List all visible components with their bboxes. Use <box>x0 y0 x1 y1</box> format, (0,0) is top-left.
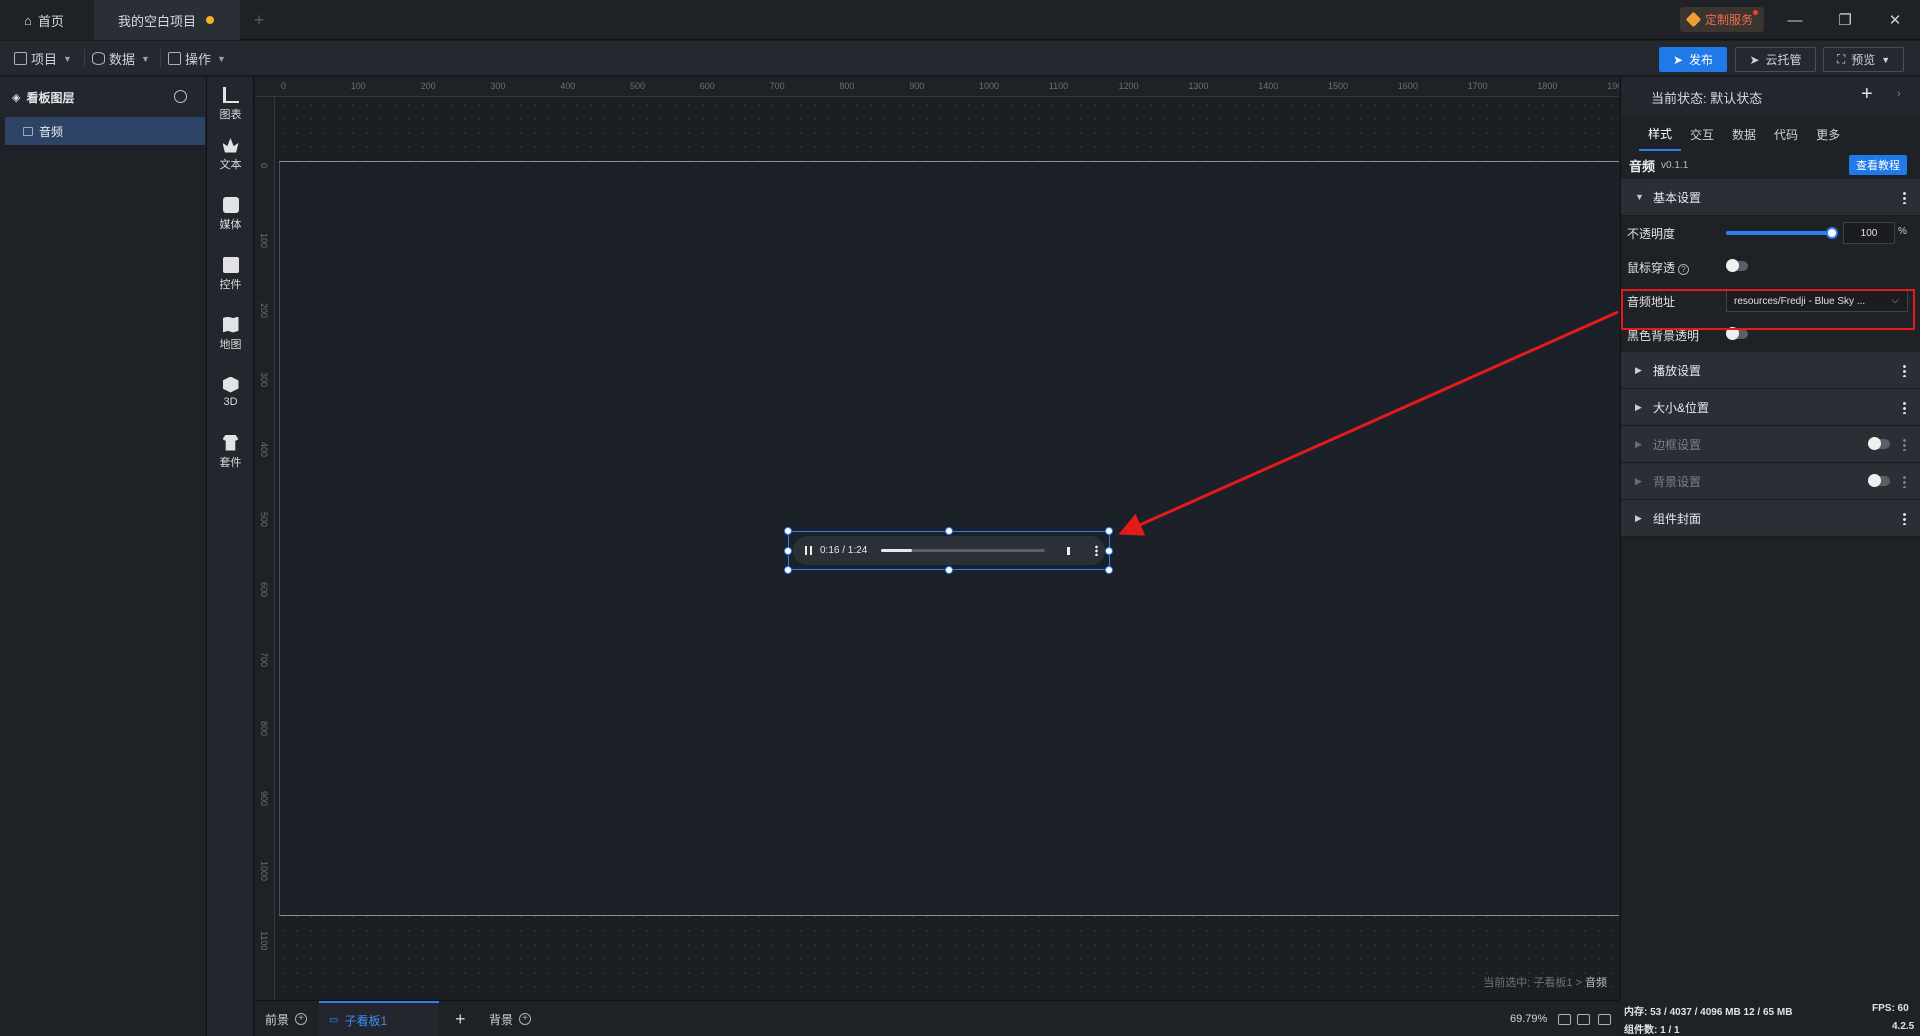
black-transparent-toggle[interactable] <box>1726 327 1748 340</box>
status-bar: 内存: 53 / 4037 / 4096 MB 12 / 65 MB FPS: … <box>1620 1000 1920 1036</box>
add-circle-icon[interactable]: + <box>295 1013 308 1025</box>
add-board-button[interactable]: + <box>455 1001 466 1036</box>
section-play-settings[interactable]: ▶ 播放设置 <box>1621 352 1920 389</box>
section-component-cover[interactable]: ▶ 组件封面 <box>1621 500 1920 537</box>
caret-right-icon: ▶ <box>1635 438 1642 449</box>
more-vertical-icon[interactable] <box>1903 401 1906 414</box>
mouse-through-label: 鼠标穿透? <box>1627 259 1727 276</box>
more-vertical-icon[interactable] <box>1903 364 1906 377</box>
keyboard-icon[interactable] <box>1577 1014 1590 1025</box>
monitor-icon: ▭ <box>329 1014 339 1026</box>
tab-background[interactable]: 背景 + <box>489 1001 532 1036</box>
prop-opacity: 不透明度 100 % <box>1621 216 1920 250</box>
section-label: 大小&位置 <box>1653 400 1710 415</box>
opacity-slider-fill <box>1726 231 1836 235</box>
opacity-slider-knob[interactable] <box>1826 227 1838 239</box>
component-title: 音频 v0.1.1 查看教程 <box>1621 151 1920 179</box>
tab-interaction[interactable]: 交互 <box>1681 117 1723 151</box>
more-vertical-icon[interactable] <box>1903 512 1906 525</box>
section-size-position[interactable]: ▶ 大小&位置 <box>1621 389 1920 426</box>
chevron-right-icon[interactable]: › <box>1897 88 1901 100</box>
more-vertical-icon[interactable] <box>1903 191 1906 204</box>
add-circle-icon[interactable]: + <box>519 1013 532 1025</box>
tab-background-label: 背景 <box>489 1012 514 1027</box>
section-label: 播放设置 <box>1653 363 1702 378</box>
section-label: 组件封面 <box>1653 511 1702 526</box>
section-label: 背景设置 <box>1653 474 1702 489</box>
tab-code[interactable]: 代码 <box>1765 117 1807 151</box>
fit-screen-icon[interactable] <box>1558 1014 1571 1025</box>
annotation-highlight-box <box>1621 289 1915 330</box>
more-vertical-icon[interactable] <box>1903 438 1906 451</box>
border-toggle[interactable] <box>1868 437 1890 450</box>
terminal-icon[interactable] <box>1598 1014 1611 1025</box>
caret-down-icon: ▼ <box>1635 192 1644 202</box>
tab-data[interactable]: 数据 <box>1723 117 1765 151</box>
section-label: 边框设置 <box>1653 437 1702 452</box>
opacity-unit: % <box>1898 226 1907 237</box>
opacity-slider[interactable] <box>1726 227 1838 239</box>
current-state[interactable]: 当前状态: 默认状态 <box>1651 88 1762 107</box>
section-basic-settings[interactable]: ▼ 基本设置 <box>1621 179 1920 216</box>
property-panel: 当前状态: 默认状态 + › 样式 交互 数据 代码 更多 音频 v0.1.1 … <box>1620 77 1920 1000</box>
component-count: 组件数: 1 / 1 <box>1624 1025 1680 1036</box>
add-state-button[interactable]: + <box>1861 83 1873 106</box>
caret-right-icon: ▶ <box>1635 512 1642 523</box>
tab-more[interactable]: 更多 <box>1807 117 1849 151</box>
fps-status: FPS: 60 <box>1872 1003 1909 1014</box>
zoom-level[interactable]: 69.79% <box>1510 1001 1547 1036</box>
section-label: 基本设置 <box>1653 190 1702 205</box>
component-name: 音频 <box>1629 158 1656 174</box>
section-background-settings[interactable]: ▶ 背景设置 <box>1621 463 1920 500</box>
component-version: v0.1.1 <box>1661 159 1689 171</box>
background-toggle[interactable] <box>1868 474 1890 487</box>
opacity-input[interactable]: 100 <box>1843 222 1895 244</box>
tab-style[interactable]: 样式 <box>1639 117 1682 151</box>
tab-foreground[interactable]: 前景 + <box>265 1001 308 1036</box>
section-border-settings[interactable]: ▶ 边框设置 <box>1621 426 1920 463</box>
mouse-through-toggle[interactable] <box>1726 259 1748 272</box>
opacity-label: 不透明度 <box>1627 226 1676 241</box>
bottom-bar: 前景 + ▭ 子看板1 + 背景 + 69.79% <box>255 1000 1619 1036</box>
memory-status: 内存: 53 / 4037 / 4096 MB 12 / 65 MB <box>1624 1007 1793 1018</box>
tab-sub-board[interactable]: ▭ 子看板1 <box>319 1001 439 1036</box>
view-tutorial-button[interactable]: 查看教程 <box>1849 155 1907 175</box>
tab-sub-board-label: 子看板1 <box>344 1013 388 1028</box>
tab-foreground-label: 前景 <box>265 1012 290 1027</box>
caret-right-icon: ▶ <box>1635 401 1642 412</box>
caret-right-icon: ▶ <box>1635 364 1642 375</box>
mouse-through-text: 鼠标穿透 <box>1627 260 1676 275</box>
caret-right-icon: ▶ <box>1635 475 1642 486</box>
prop-mouse-through: 鼠标穿透? <box>1621 250 1920 284</box>
help-icon[interactable]: ? <box>1678 263 1690 275</box>
property-tabs: 样式 交互 数据 代码 更多 <box>1621 117 1920 151</box>
app-version: 4.2.5 <box>1892 1021 1915 1032</box>
more-vertical-icon[interactable] <box>1903 475 1906 488</box>
state-row: 当前状态: 默认状态 + › <box>1621 77 1920 117</box>
